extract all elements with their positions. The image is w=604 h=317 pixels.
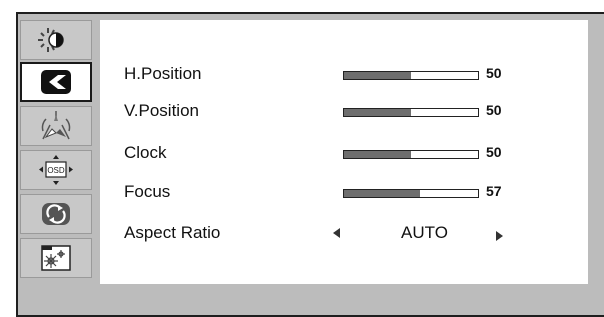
- setting-value: 50: [486, 102, 502, 118]
- aspect-ratio-value: AUTO: [401, 223, 448, 242]
- setting-slider[interactable]: [343, 150, 479, 159]
- color-setup-icon: [41, 111, 71, 140]
- menu-item-color-setup[interactable]: [20, 106, 92, 146]
- setting-label: Aspect Ratio: [124, 223, 221, 242]
- osd-setup-icon: OSD: [39, 155, 73, 185]
- setting-label: Focus: [124, 182, 171, 201]
- extra-icon: [41, 245, 71, 271]
- setting-value: 57: [486, 183, 502, 199]
- setting-row-h-position[interactable]: H.Position 50: [100, 59, 588, 89]
- slider-fill: [344, 109, 411, 116]
- setting-row-aspect-ratio[interactable]: Aspect Ratio AUTO: [100, 218, 588, 248]
- menu-item-brightness[interactable]: [20, 20, 92, 60]
- setting-label: V.Position: [124, 101, 199, 120]
- setting-label: H.Position: [124, 64, 202, 83]
- slider-fill: [344, 72, 411, 79]
- slider-fill: [344, 190, 421, 197]
- reset-icon: [42, 203, 70, 225]
- setting-value: 50: [486, 65, 502, 81]
- right-arrow-icon[interactable]: [496, 231, 503, 241]
- image-setup-icon: [41, 70, 71, 94]
- setting-label: Clock: [124, 143, 167, 162]
- setting-slider[interactable]: [343, 108, 479, 117]
- svg-text:OSD: OSD: [47, 166, 65, 175]
- setting-row-focus[interactable]: Focus 57: [100, 177, 588, 207]
- brightness-contrast-icon: [38, 28, 64, 52]
- menu-item-reset[interactable]: [20, 194, 92, 234]
- menu-item-extra[interactable]: [20, 238, 92, 278]
- setting-row-clock[interactable]: Clock 50: [100, 138, 588, 168]
- slider-fill: [344, 151, 411, 158]
- osd-menu-sidebar: OSD: [20, 20, 98, 282]
- setting-row-v-position[interactable]: V.Position 50: [100, 96, 588, 126]
- setting-value: 50: [486, 144, 502, 160]
- settings-panel: H.Position 50 V.Position 50 Clock 50 Foc…: [100, 20, 588, 284]
- setting-slider[interactable]: [343, 189, 479, 198]
- left-arrow-icon[interactable]: [333, 228, 340, 238]
- setting-slider[interactable]: [343, 71, 479, 80]
- menu-item-image-setup[interactable]: [20, 62, 92, 102]
- menu-item-osd-setup[interactable]: OSD: [20, 150, 92, 190]
